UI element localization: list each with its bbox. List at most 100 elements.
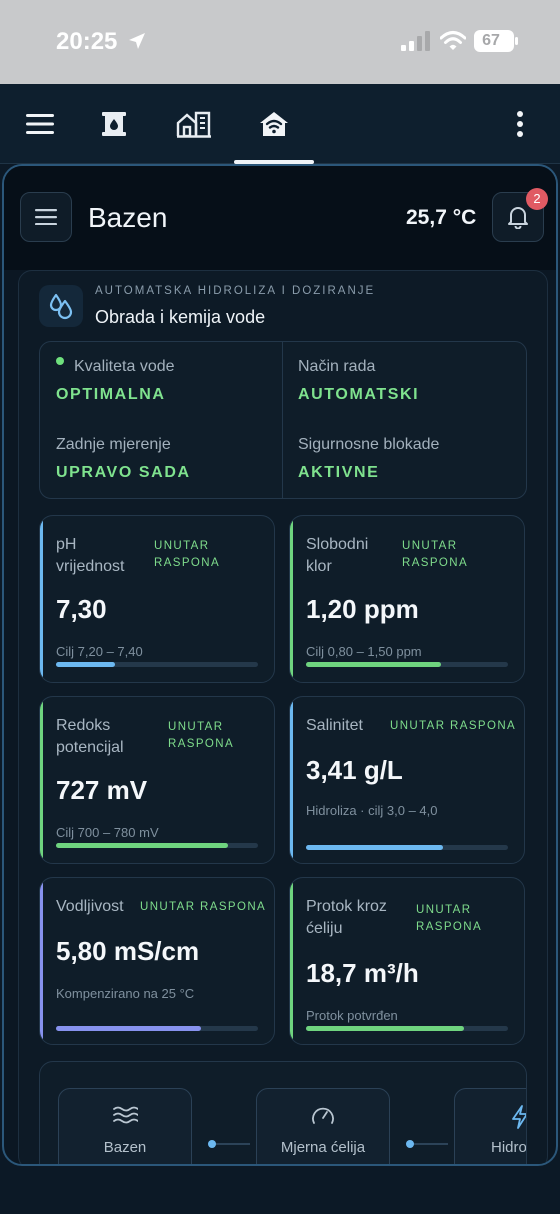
flow-node-label: Bazen xyxy=(103,1139,147,1156)
battery-indicator: 67 xyxy=(474,30,518,52)
card-accent xyxy=(290,878,293,1044)
main-menu-button[interactable] xyxy=(20,104,60,144)
range-badge: UNUTAR RASPONA xyxy=(416,904,483,933)
safety-label: Sigurnosne blokade xyxy=(298,436,440,453)
flow-node-label: Hidro xyxy=(491,1139,527,1156)
metric-target: Cilj 7,20 – 7,40 xyxy=(56,644,143,659)
divider xyxy=(282,342,283,498)
metric-name: Slobodni klor xyxy=(306,536,369,575)
menu-icon xyxy=(26,114,54,134)
metric-progress-bar xyxy=(306,662,508,667)
waves-icon xyxy=(113,1106,138,1124)
water-drops-icon xyxy=(49,293,73,320)
range-badge: UNUTAR RASPONA xyxy=(168,721,235,750)
section-title: Obrada i kemija vode xyxy=(95,307,266,327)
bell-icon xyxy=(508,207,528,229)
card-accent xyxy=(40,516,43,682)
range-badge: UNUTAR RASPONA xyxy=(402,540,469,569)
more-options-button[interactable] xyxy=(500,104,540,144)
metric-target: Cilj 700 – 780 mV xyxy=(56,825,159,840)
card-accent xyxy=(290,516,293,682)
metric-name: Redoks potencijal xyxy=(56,717,124,756)
card-accent xyxy=(40,697,43,863)
progress-fill xyxy=(56,1026,202,1031)
building-icon xyxy=(176,111,211,138)
safety-value: AKTIVNE xyxy=(298,464,380,481)
metric-name: Vodljivost xyxy=(56,898,124,915)
range-badge: UNUTAR RASPONA xyxy=(154,540,221,569)
progress-fill xyxy=(306,845,444,850)
metric-target: Cilj 0,80 – 1,50 ppm xyxy=(306,644,422,659)
metric-target: Hidroliza · cilj 3,0 – 4,0 xyxy=(306,803,438,818)
more-icon xyxy=(517,111,523,137)
metric-card-salinity[interactable]: Salinitet UNUTAR RASPONA 3,41 g/L Hidrol… xyxy=(289,696,525,864)
metric-progress-bar xyxy=(306,1026,508,1031)
card-accent xyxy=(290,697,293,863)
panel-header: Bazen 25,7 °C 2 xyxy=(4,166,556,270)
home-wifi-icon xyxy=(260,112,288,136)
lightning-icon xyxy=(512,1105,526,1129)
metric-name: pH vrijednost xyxy=(56,536,125,575)
progress-fill xyxy=(306,662,442,667)
mode-value: AUTOMATSKI xyxy=(298,386,420,403)
metric-target: Kompenzirano na 25 °C xyxy=(56,986,195,1001)
tab-water-tank[interactable] xyxy=(94,104,134,144)
location-arrow-icon xyxy=(129,33,145,49)
metric-card-conductivity[interactable]: Vodljivost UNUTAR RASPONA 5,80 mS/cm Kom… xyxy=(39,877,275,1045)
progress-fill xyxy=(306,1026,464,1031)
metric-progress-bar xyxy=(56,1026,258,1031)
last-measure-label: Zadnje mjerenje xyxy=(56,436,171,453)
top-navigation xyxy=(0,84,560,164)
menu-icon xyxy=(35,209,57,225)
wifi-icon xyxy=(440,31,466,50)
metric-value: 1,20 ppm xyxy=(306,594,419,624)
tab-home[interactable] xyxy=(254,104,294,144)
gauge-icon xyxy=(312,1107,334,1124)
metric-progress-bar xyxy=(56,662,258,667)
section-icon xyxy=(39,285,83,327)
metric-name: Protok kroz ćeliju xyxy=(306,898,387,937)
pool-temperature: 25,7 °C xyxy=(406,206,477,229)
metric-value: 727 mV xyxy=(56,775,148,805)
section-kicker: AUTOMATSKA HIDROLIZA I DOZIRANJE xyxy=(95,285,376,297)
panel-menu-button[interactable] xyxy=(20,192,72,242)
metric-name: Salinitet xyxy=(306,717,363,734)
metric-progress-bar xyxy=(306,845,508,850)
last-measure-value: UPRAVO SADA xyxy=(56,464,191,481)
flow-node-hydrolysis[interactable]: Hidro xyxy=(454,1088,527,1164)
water-treatment-section: AUTOMATSKA HIDROLIZA I DOZIRANJE Obrada … xyxy=(18,270,548,1164)
metric-card-free-chlorine[interactable]: Slobodni klor UNUTAR RASPONA 1,20 ppm Cilj… xyxy=(289,515,525,683)
range-badge: UNUTAR RASPONA xyxy=(390,720,517,732)
flow-connector xyxy=(208,1140,250,1148)
metric-card-ph[interactable]: pH vrijednost UNUTAR RASPONA 7,30 Cilj 7,2… xyxy=(39,515,275,683)
status-bar: 20:25 67 xyxy=(0,0,560,84)
metric-value: 7,30 xyxy=(56,594,107,624)
tab-buildings[interactable] xyxy=(174,104,214,144)
pool-panel: Bazen 25,7 °C 2 AUTOMATSKA HIDROLIZA I D… xyxy=(2,164,558,1166)
metric-target: Protok potvrđen xyxy=(306,1008,398,1023)
metric-value: 18,7 m³/h xyxy=(306,958,419,988)
water-tank-icon xyxy=(102,112,126,136)
water-quality-value: OPTIMALNA xyxy=(56,386,166,403)
progress-fill xyxy=(56,662,115,667)
range-badge: UNUTAR RASPONA xyxy=(140,901,267,913)
page-title: Bazen xyxy=(88,202,168,233)
metric-progress-bar xyxy=(56,843,258,848)
status-summary: Kvaliteta vode OPTIMALNA Način rada AUTO… xyxy=(39,341,527,499)
metric-value: 5,80 mS/cm xyxy=(56,936,200,966)
status-dot xyxy=(56,357,64,365)
notification-badge: 2 xyxy=(526,188,548,210)
flow-connector xyxy=(406,1140,448,1148)
card-accent xyxy=(40,878,43,1044)
metric-card-cell-flow[interactable]: Protok kroz ćeliju UNUTAR RASPONA 18,7 m³/… xyxy=(289,877,525,1045)
water-quality-label: Kvaliteta vode xyxy=(74,358,175,375)
flow-node-pool[interactable]: Bazen xyxy=(58,1088,192,1164)
flow-node-label: Mjerna ćelija xyxy=(280,1139,366,1156)
status-time: 20:25 xyxy=(56,28,118,55)
water-flow-diagram: Bazen Mjerna ćelija Hidro xyxy=(39,1061,527,1164)
metric-value: 3,41 g/L xyxy=(306,755,403,785)
flow-node-measuring-cell[interactable]: Mjerna ćelija xyxy=(256,1088,390,1164)
mode-label: Način rada xyxy=(298,358,376,375)
metric-card-redox[interactable]: Redoks potencijal UNUTAR RASPONA 727 mV Ci… xyxy=(39,696,275,864)
progress-fill xyxy=(56,843,228,848)
